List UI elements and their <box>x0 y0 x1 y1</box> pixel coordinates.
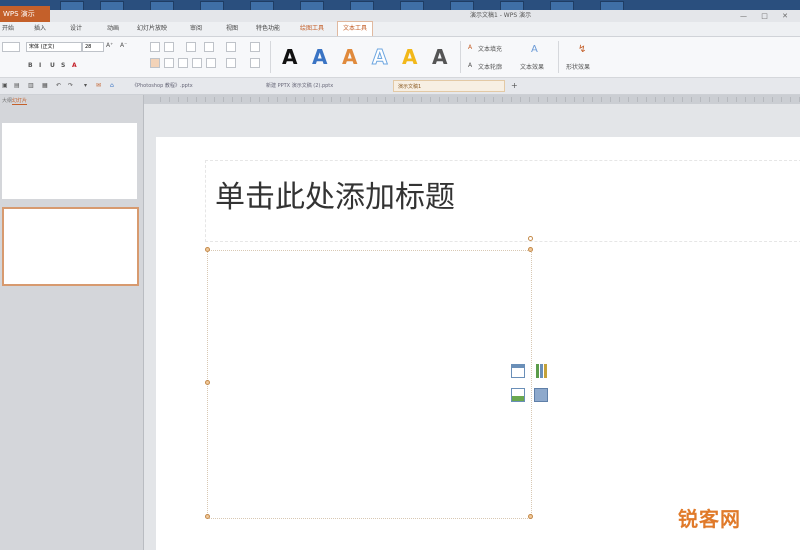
resize-handle[interactable] <box>528 514 533 519</box>
align-left-icon[interactable] <box>150 58 160 68</box>
ruler-ticks <box>160 97 800 102</box>
text-style-preset[interactable]: A <box>312 47 327 67</box>
menu-item[interactable]: 插入 <box>34 22 46 36</box>
text-effect-icon[interactable]: A <box>531 44 538 55</box>
menu-item[interactable]: 开始 <box>2 22 14 36</box>
justify-icon[interactable] <box>192 58 202 68</box>
menu-item[interactable]: 视图 <box>226 22 238 36</box>
slide-thumbnail[interactable] <box>2 123 137 199</box>
window-title: 演示文稿1 - WPS 演示 <box>470 12 532 19</box>
font-name-select[interactable]: 宋体 (正文) <box>26 42 82 52</box>
window-controls[interactable]: — □ ✕ <box>740 10 794 22</box>
text-style-preset[interactable]: A <box>432 47 447 67</box>
indent-icon[interactable] <box>186 42 196 52</box>
ribbon-separator <box>558 41 559 73</box>
content-placeholder[interactable] <box>207 250 532 519</box>
direction-icon[interactable] <box>250 42 260 52</box>
slide-thumbnail-selected[interactable] <box>2 207 139 286</box>
bullets-icon[interactable] <box>150 42 160 52</box>
align-center-icon[interactable] <box>164 58 174 68</box>
align-text-icon[interactable] <box>250 58 260 68</box>
insert-media-icon[interactable] <box>534 388 548 402</box>
redo-icon[interactable]: ↷ <box>68 82 73 89</box>
slides-tab[interactable]: 幻灯片 <box>12 97 28 105</box>
menu-item[interactable]: 特色功能 <box>256 22 280 36</box>
dropdown-icon[interactable]: ▾ <box>84 82 87 89</box>
menu-item[interactable]: 动画 <box>107 22 119 36</box>
app-menu-button[interactable]: WPS 演示 <box>0 6 50 22</box>
shape-effect-button[interactable]: 形状效果 <box>566 62 590 71</box>
resize-handle[interactable] <box>205 514 210 519</box>
rotate-handle[interactable] <box>528 236 533 241</box>
menu-item[interactable]: 审阅 <box>190 22 202 36</box>
text-fill-icon[interactable]: A <box>468 44 472 51</box>
resize-handle[interactable] <box>528 247 533 252</box>
columns-icon[interactable] <box>226 42 236 52</box>
format-button[interactable]: U <box>50 62 55 69</box>
outline-tab[interactable]: 大纲 <box>2 97 12 104</box>
resize-handle[interactable] <box>205 380 210 385</box>
document-tab[interactable]: 新建 PPTX 演示文稿 (2).pptx <box>262 80 390 92</box>
text-style-preset[interactable]: A <box>282 47 297 67</box>
format-button[interactable]: I <box>39 62 41 69</box>
shrink-font-icon[interactable]: A⁻ <box>120 42 127 49</box>
new-doc-icon[interactable]: ▣ <box>2 82 8 89</box>
text-box-icon[interactable] <box>226 58 236 68</box>
watermark-logo: 锐客网 <box>678 507 741 531</box>
add-tab-icon[interactable]: + <box>511 81 518 90</box>
numbering-icon[interactable] <box>164 42 174 52</box>
title-bar <box>50 10 800 22</box>
paste-button[interactable] <box>2 42 20 52</box>
distributed-icon[interactable] <box>206 58 216 68</box>
home-icon[interactable]: ⌂ <box>110 82 114 89</box>
insert-picture-icon[interactable] <box>511 388 525 402</box>
resize-handle[interactable] <box>205 247 210 252</box>
text-outline-icon[interactable]: A <box>468 62 472 69</box>
format-button[interactable]: B <box>28 62 33 69</box>
shape-effect-icon[interactable]: ↯ <box>578 44 586 55</box>
text-outline-button[interactable]: 文本轮廓 <box>478 62 502 71</box>
grow-font-icon[interactable]: A⁺ <box>106 42 113 49</box>
align-right-icon[interactable] <box>178 58 188 68</box>
print-icon[interactable]: ▦ <box>42 82 48 89</box>
save-icon[interactable]: ▥ <box>28 82 34 89</box>
ribbon-separator <box>460 41 461 73</box>
open-icon[interactable]: ▤ <box>14 82 20 89</box>
menu-bar: 开始 插入 设计 动画 幻灯片放映 审阅 视图 特色功能 绘图工具 文本工具 <box>0 21 800 37</box>
menu-item[interactable]: 设计 <box>70 22 82 36</box>
ribbon-separator <box>270 41 271 73</box>
menu-item[interactable]: 幻灯片放映 <box>137 22 167 36</box>
tab-text-tools[interactable]: 文本工具 <box>337 21 374 36</box>
mail-icon[interactable]: ✉ <box>96 82 101 89</box>
text-style-preset[interactable]: A <box>402 47 417 67</box>
insert-chart-icon[interactable] <box>534 364 548 378</box>
text-effect-button[interactable]: 文本效果 <box>520 62 544 71</box>
format-button[interactable]: S <box>61 62 65 69</box>
taskbar-strip <box>0 0 800 11</box>
tab-drawing-tools[interactable]: 绘图工具 <box>300 22 324 36</box>
document-tab[interactable]: 《Photoshop 教程》.pptx <box>128 80 258 92</box>
line-spacing-icon[interactable] <box>204 42 214 52</box>
format-button[interactable]: A <box>72 62 77 69</box>
insert-table-icon[interactable] <box>511 364 525 378</box>
document-tab[interactable]: 演示文稿1 <box>393 80 505 92</box>
undo-icon[interactable]: ↶ <box>56 82 61 89</box>
text-style-preset[interactable]: A <box>342 47 357 67</box>
font-size-select[interactable]: 28 <box>82 42 104 52</box>
text-style-preset[interactable]: A <box>371 47 388 68</box>
title-placeholder-text[interactable]: 单击此处添加标题 <box>215 178 455 218</box>
text-fill-button[interactable]: 文本填充 <box>478 44 502 53</box>
